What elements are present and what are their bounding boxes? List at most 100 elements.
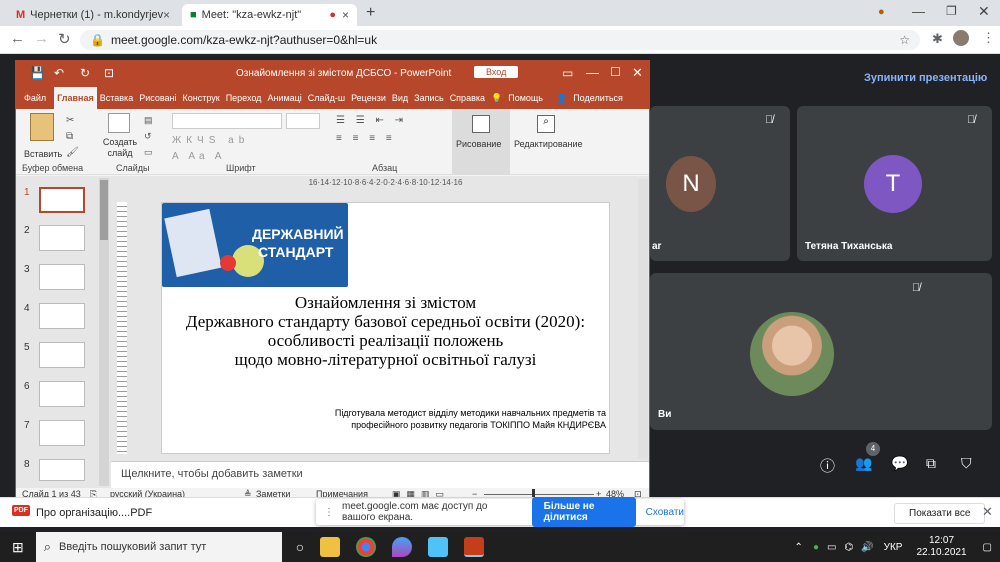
section-icon[interactable]: ▭: [144, 147, 153, 158]
show-all-button[interactable]: Показати все: [894, 503, 986, 524]
font-size-select[interactable]: [286, 113, 320, 129]
font-name-select[interactable]: [172, 113, 282, 129]
zoom-slider[interactable]: [484, 494, 594, 495]
maximize-icon[interactable]: ☐: [610, 65, 621, 79]
network-icon[interactable]: ⌬: [844, 542, 853, 553]
slide-thumb[interactable]: [39, 420, 85, 446]
profile-avatar[interactable]: [953, 30, 969, 46]
powerpoint-icon[interactable]: [464, 537, 485, 557]
activities-icon[interactable]: ⧉: [926, 455, 936, 472]
menu-icon[interactable]: ⋮: [982, 30, 995, 46]
close-downloads-icon[interactable]: ✕: [982, 504, 993, 520]
tab-transitions[interactable]: Переход: [223, 87, 265, 109]
tab-design[interactable]: Конструк: [180, 87, 223, 109]
stop-presentation-button[interactable]: Зупинити презентацію: [864, 72, 987, 84]
editor-scrollbar[interactable]: [638, 179, 648, 459]
photos-icon[interactable]: [428, 537, 449, 557]
volume-icon[interactable]: 🔊: [861, 542, 873, 553]
save-icon[interactable]: 💾: [30, 66, 45, 80]
paste-icon[interactable]: [30, 113, 54, 141]
back-icon[interactable]: ←: [10, 30, 25, 47]
slide-title[interactable]: Ознайомлення зі змістом Державного станд…: [162, 293, 609, 369]
share-button[interactable]: Поделиться: [570, 87, 626, 109]
reload-icon[interactable]: ↻: [58, 30, 71, 48]
tab-record[interactable]: Запись: [411, 87, 447, 109]
task-view-icon[interactable]: ○: [296, 539, 304, 555]
drag-handle-icon[interactable]: ⋮: [324, 507, 334, 518]
minimize-icon[interactable]: —: [586, 65, 599, 80]
battery-icon[interactable]: ▭: [827, 542, 836, 553]
clock[interactable]: 12:07 22.10.2021: [916, 535, 966, 559]
notes-area[interactable]: Щелкните, чтобы добавить заметки: [111, 461, 649, 488]
tab-file[interactable]: Файл: [16, 87, 54, 109]
star-icon[interactable]: ☆: [899, 33, 910, 47]
tab-draw[interactable]: Рисовані: [136, 87, 179, 109]
align-icons[interactable]: ≡ ≡ ≡ ≡: [336, 133, 396, 144]
close-tab-icon[interactable]: ×: [163, 8, 170, 22]
tab-animations[interactable]: Анимаці: [264, 87, 304, 109]
forward-icon[interactable]: →: [34, 30, 49, 47]
windows-start-icon[interactable]: ⊞: [12, 539, 24, 556]
paint-icon[interactable]: [392, 537, 413, 557]
layout-icon[interactable]: ▤: [144, 115, 153, 126]
tab-tellme[interactable]: Помощь: [505, 87, 546, 109]
slide-thumb[interactable]: [39, 225, 85, 251]
search-icon[interactable]: ⌕: [537, 115, 555, 133]
minimize-icon[interactable]: —: [912, 4, 925, 19]
paste-button[interactable]: Вставить: [24, 149, 62, 159]
url-bar[interactable]: 🔒 meet.google.com/kza-ewkz-njt?authuser=…: [80, 30, 920, 50]
tab-meet[interactable]: ■ Meet: "kza-ewkz-njt" ● ×: [182, 4, 357, 26]
close-window-icon[interactable]: ✕: [978, 3, 990, 20]
close-tab-icon[interactable]: ×: [342, 8, 349, 22]
redo-icon[interactable]: ↻: [80, 66, 90, 80]
slide-thumb[interactable]: [39, 381, 85, 407]
language-indicator[interactable]: УКР: [884, 542, 903, 553]
taskbar-search[interactable]: ⌕ Введіть пошуковий запит тут: [35, 532, 282, 562]
cut-icon[interactable]: ✂: [66, 115, 74, 126]
info-icon[interactable]: ⓘ: [820, 455, 835, 476]
notifications-icon[interactable]: ▢: [983, 542, 992, 553]
stop-sharing-button[interactable]: Більше не ділитися: [531, 497, 636, 527]
tab-help[interactable]: Справка: [447, 87, 488, 109]
login-button[interactable]: Вход: [474, 66, 519, 78]
reset-icon[interactable]: ↺: [144, 131, 152, 142]
chrome-icon[interactable]: [356, 537, 377, 557]
chevron-up-icon[interactable]: ⌃: [795, 542, 803, 553]
close-icon[interactable]: ✕: [632, 65, 643, 81]
tab-slideshow[interactable]: Слайд-ш: [305, 87, 348, 109]
file-explorer-icon[interactable]: [320, 537, 341, 557]
tray-app-icon[interactable]: ●: [813, 542, 819, 553]
font-color-icons[interactable]: A Aa A: [172, 151, 225, 162]
ribbon-display-icon[interactable]: ▭: [562, 66, 573, 80]
tab-insert[interactable]: Вставка: [97, 87, 136, 109]
chat-icon[interactable]: 💬: [891, 455, 908, 472]
slide-thumb[interactable]: [39, 459, 85, 481]
tab-gmail[interactable]: M Чернетки (1) - m.kondyrjeva@ip ×: [8, 4, 178, 26]
slide-thumb[interactable]: [39, 264, 85, 290]
slide-thumb[interactable]: [39, 342, 85, 368]
new-slide-icon[interactable]: [108, 113, 130, 133]
extension-icon[interactable]: ●: [878, 6, 885, 18]
shield-icon[interactable]: ⛉: [961, 455, 972, 472]
undo-icon[interactable]: ↶: [54, 66, 64, 80]
present-icon[interactable]: ⊡: [104, 66, 114, 80]
editing-button[interactable]: Редактирование: [514, 139, 583, 149]
new-tab-button[interactable]: +: [366, 4, 375, 22]
download-item[interactable]: Про організацію....PDF: [36, 507, 152, 519]
extensions-icon[interactable]: ✱: [932, 31, 943, 47]
tab-view[interactable]: Вид: [389, 87, 411, 109]
tab-review[interactable]: Рецензи: [348, 87, 389, 109]
copy-icon[interactable]: ⧉: [66, 131, 73, 142]
tab-home[interactable]: Главная: [54, 87, 97, 109]
thumb-scroll-handle[interactable]: [100, 180, 108, 240]
list-icons[interactable]: ☰ ☰ ⇤ ⇥: [336, 115, 407, 126]
format-painter-icon[interactable]: 🖌: [66, 147, 79, 158]
maximize-icon[interactable]: ❐: [946, 4, 957, 18]
hide-button[interactable]: Сховати: [646, 507, 684, 518]
people-icon[interactable]: 👥: [855, 455, 872, 472]
slide-thumb[interactable]: [39, 187, 85, 213]
new-slide-button[interactable]: Создать слайд: [100, 137, 140, 159]
slide-thumb[interactable]: [39, 303, 85, 329]
slide-author[interactable]: Підготувала методист відділу методики на…: [266, 407, 606, 431]
font-format-icons[interactable]: ЖКЧS ab: [172, 135, 249, 146]
